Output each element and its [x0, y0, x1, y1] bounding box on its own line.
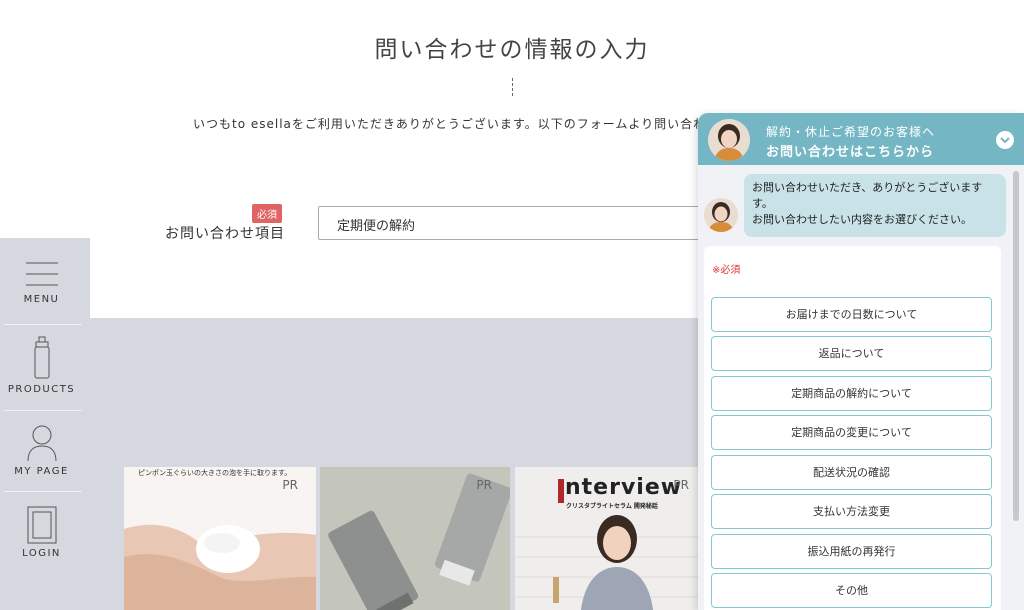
option-other[interactable]: その他 — [711, 573, 992, 608]
chat-widget: 解約・休止ご希望のお客様へ お問い合わせはこちらから お問い合わせいただき、あり… — [698, 113, 1024, 610]
required-note: ※必須 — [712, 265, 741, 276]
chat-collapse-button[interactable] — [996, 131, 1014, 149]
chat-header-line2: お問い合わせはこちらから — [766, 145, 935, 160]
inquiry-item-select[interactable]: 定期便の解約 — [318, 206, 718, 240]
inquiry-item-select-value: 定期便の解約 — [337, 219, 416, 234]
interview-headline: nterview — [565, 475, 683, 500]
article-card[interactable]: ピンポン玉ぐらいの大きさの泡を手に取ります。 PR — [124, 467, 316, 610]
nav-divider — [4, 410, 82, 411]
door-icon — [27, 506, 56, 544]
bottle-icon — [34, 336, 49, 379]
agent-avatar-image — [704, 198, 738, 232]
chat-header-line1: 解約・休止ご希望のお客様へ — [766, 125, 936, 139]
products-label: PRODUCTS — [7, 384, 76, 395]
chat-header[interactable]: 解約・休止ご希望のお客様へ お問い合わせはこちらから — [698, 113, 1024, 165]
intro-text: いつもto esellaをご利用いただきありがとうございます。以下のフォームより… — [193, 117, 720, 131]
agent-avatar — [708, 119, 750, 161]
menu-label: MENU — [23, 294, 60, 305]
chat-scrollbar-thumb[interactable] — [1013, 171, 1019, 521]
my-page-label: MY PAGE — [14, 466, 69, 477]
chevron-down-icon — [1000, 137, 1010, 144]
hamburger-icon — [25, 262, 58, 286]
nav-divider — [4, 324, 82, 325]
page-title: 問い合わせの情報の入力 — [374, 37, 650, 63]
agent-avatar-image — [708, 119, 750, 161]
title-divider — [512, 78, 513, 96]
inquiry-item-label: お問い合わせ項目 — [165, 226, 285, 242]
user-icon — [27, 425, 56, 462]
side-nav: MENU PRODUCTS MY PAGE LOGIN — [0, 238, 90, 610]
option-reissue-payment-slip[interactable]: 振込用紙の再発行 — [711, 534, 992, 569]
chat-message-line: お問い合わせいただき、ありがとうございます — [752, 181, 983, 194]
chat-message-bubble: お問い合わせいただき、ありがとうございます す。 お問い合わせしたい内容をお選び… — [744, 174, 1006, 237]
article-card[interactable]: nterview クリスタブライトセラム 開発秘話 PR — [515, 467, 699, 610]
nav-divider — [4, 491, 82, 492]
option-shipping-status[interactable]: 配送状況の確認 — [711, 455, 992, 490]
pr-tag: PR — [673, 478, 689, 492]
option-cancel-subscription[interactable]: 定期商品の解約について — [711, 376, 992, 411]
option-delivery-days[interactable]: お届けまでの日数について — [711, 297, 992, 332]
agent-avatar-small — [704, 198, 738, 232]
chat-message-line: す。 — [752, 197, 773, 210]
products-button[interactable]: PRODUCTS — [0, 336, 83, 395]
option-returns[interactable]: 返品について — [711, 336, 992, 371]
login-button[interactable]: LOGIN — [0, 506, 83, 559]
foam-hand-image — [124, 524, 316, 610]
option-change-subscription[interactable]: 定期商品の変更について — [711, 415, 992, 450]
interview-subhead: クリスタブライトセラム 開発秘話 — [566, 503, 658, 510]
pr-tag: PR — [476, 478, 492, 492]
my-page-button[interactable]: MY PAGE — [0, 424, 83, 477]
option-payment-method[interactable]: 支払い方法変更 — [711, 494, 992, 529]
login-label: LOGIN — [22, 548, 61, 559]
article-card[interactable]: PR — [320, 467, 510, 610]
chat-message-line: お問い合わせしたい内容をお選びください。 — [752, 213, 972, 226]
menu-button[interactable]: MENU — [0, 260, 83, 305]
chat-options-panel: ※必須 お届けまでの日数について 返品について 定期商品の解約について 定期商品… — [704, 246, 1001, 610]
required-badge: 必須 — [252, 204, 282, 223]
